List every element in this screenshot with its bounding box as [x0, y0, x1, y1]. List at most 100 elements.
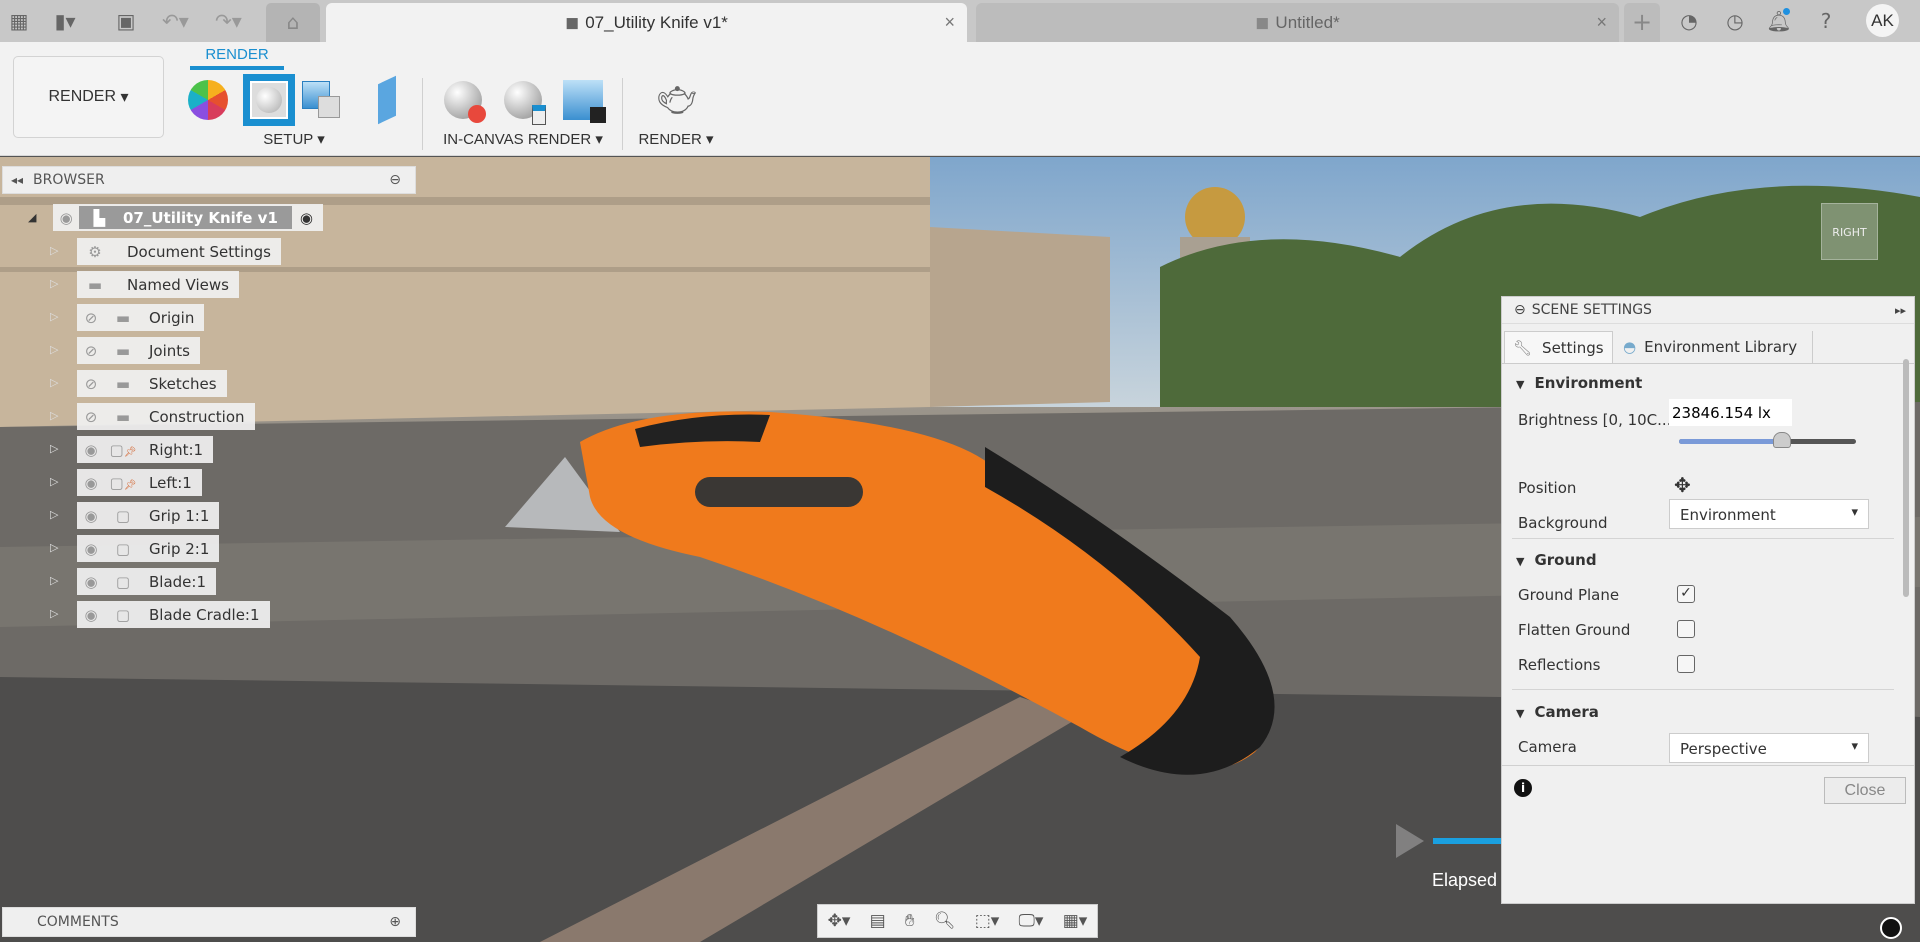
- undo-icon[interactable]: ↶▾: [162, 8, 188, 34]
- expand-node-icon[interactable]: ▷: [50, 442, 60, 455]
- tab-render[interactable]: RENDER: [190, 46, 284, 63]
- expand-node-icon[interactable]: ▷: [50, 541, 60, 554]
- ground-plane-checkbox[interactable]: ✓: [1677, 585, 1695, 603]
- close-button[interactable]: Close: [1824, 777, 1906, 804]
- extensions-icon[interactable]: ◔: [1676, 8, 1702, 34]
- browser-item[interactable]: ⊘▬Sketches: [77, 370, 227, 397]
- eye-icon[interactable]: ◉: [77, 474, 105, 492]
- browser-item[interactable]: ⊘▬Origin: [77, 304, 204, 331]
- look-at-icon[interactable]: ▤: [870, 911, 886, 931]
- brightness-slider[interactable]: [1679, 439, 1856, 444]
- reflections-checkbox[interactable]: [1677, 655, 1695, 673]
- zoom-icon[interactable]: 🔍︎: [934, 911, 956, 931]
- expand-node-icon[interactable]: ▷: [50, 574, 60, 587]
- collapse-panel-icon[interactable]: ◂◂: [11, 173, 23, 187]
- browser-item[interactable]: ◉▢Blade:1: [77, 568, 216, 595]
- expand-root-icon[interactable]: ◢: [28, 211, 36, 224]
- new-tab-button[interactable]: +: [1624, 3, 1660, 42]
- eye-icon[interactable]: ◉: [77, 540, 105, 558]
- eye-icon[interactable]: ◉: [53, 209, 79, 227]
- group-in-canvas-render[interactable]: IN-CANVAS RENDER ▾: [443, 130, 603, 148]
- eye-hidden-icon[interactable]: ⊘: [77, 342, 105, 360]
- job-status-clock-icon[interactable]: ◷: [1722, 8, 1748, 34]
- expand-node-icon[interactable]: ▷: [50, 310, 60, 323]
- expand-node-icon[interactable]: ▷: [50, 343, 60, 356]
- browser-item[interactable]: ◉▢Grip 1:1: [77, 502, 219, 529]
- in-canvas-render-button[interactable]: [441, 78, 485, 122]
- section-camera[interactable]: Camera: [1516, 703, 1599, 721]
- fusion-status-icon[interactable]: [1880, 917, 1902, 939]
- display-settings-icon[interactable]: 🖵▾: [1019, 911, 1044, 931]
- eye-hidden-icon[interactable]: ⊘: [77, 375, 105, 393]
- tab-settings[interactable]: 🔧︎Settings: [1504, 331, 1613, 364]
- expand-panel-icon[interactable]: ▸▸: [1895, 304, 1906, 317]
- info-icon[interactable]: i: [1514, 779, 1532, 797]
- expand-node-icon[interactable]: ▷: [50, 475, 60, 488]
- camera-dropdown[interactable]: Perspective: [1669, 733, 1869, 763]
- help-icon[interactable]: ?: [1813, 8, 1839, 34]
- flatten-ground-checkbox[interactable]: [1677, 620, 1695, 638]
- browser-root-item[interactable]: ◉ ▙07_Utility Knife v1 ◉: [53, 204, 323, 231]
- minimize-panel-icon[interactable]: ⊖: [389, 172, 401, 188]
- browser-item[interactable]: ◉▢📌︎Right:1: [77, 436, 213, 463]
- background-dropdown[interactable]: Environment: [1669, 499, 1869, 529]
- fit-window-icon[interactable]: ⬚▾: [975, 911, 1000, 931]
- eye-icon[interactable]: ◉: [77, 507, 105, 525]
- app-grid-icon[interactable]: ▦: [6, 8, 32, 34]
- capture-image-button[interactable]: [561, 78, 605, 122]
- eye-icon[interactable]: ◉: [77, 606, 105, 624]
- browser-item[interactable]: ⊘▬Construction: [77, 403, 255, 430]
- home-icon: ⌂: [266, 3, 320, 42]
- brightness-input[interactable]: [1669, 399, 1792, 426]
- section-ground[interactable]: Ground: [1516, 551, 1597, 569]
- browser-item[interactable]: ⊘▬Joints: [77, 337, 200, 364]
- slider-thumb[interactable]: [1773, 432, 1791, 448]
- pan-hand-icon[interactable]: ✋︎: [905, 911, 915, 931]
- activate-radio-icon[interactable]: ◉: [300, 209, 313, 227]
- render-button[interactable]: 🫖︎: [655, 78, 699, 122]
- close-tab-icon[interactable]: ×: [944, 12, 955, 33]
- notifications-bell-icon[interactable]: 🔔︎: [1766, 8, 1792, 34]
- workspace-switcher[interactable]: RENDER ▾: [13, 56, 164, 138]
- appearance-button[interactable]: [186, 78, 230, 122]
- redo-icon[interactable]: ↷▾: [215, 8, 241, 34]
- eye-hidden-icon[interactable]: ⊘: [77, 309, 105, 327]
- texture-map-controls-button[interactable]: [304, 78, 348, 122]
- scrollbar[interactable]: [1903, 359, 1909, 597]
- browser-item[interactable]: ◉▢Blade Cradle:1: [77, 601, 270, 628]
- section-environment[interactable]: Environment: [1516, 374, 1642, 392]
- home-button[interactable]: ⌂: [266, 3, 320, 42]
- orbit-icon[interactable]: ✥▾: [828, 911, 851, 931]
- group-setup[interactable]: SETUP ▾: [263, 130, 324, 148]
- browser-item[interactable]: ▬Named Views: [77, 271, 239, 298]
- add-comment-icon[interactable]: ⊕: [389, 914, 401, 930]
- play-render-icon[interactable]: [1396, 824, 1424, 858]
- tab-document-active[interactable]: ◼ 07_Utility Knife v1* ×: [326, 3, 967, 42]
- expand-node-icon[interactable]: ▷: [50, 409, 60, 422]
- in-canvas-render-settings-button[interactable]: [501, 78, 545, 122]
- eye-icon[interactable]: ◉: [77, 573, 105, 591]
- tab-document-untitled[interactable]: ◼ Untitled* ×: [976, 3, 1619, 42]
- minimize-panel-icon[interactable]: ⊖: [1514, 302, 1526, 318]
- expand-node-icon[interactable]: ▷: [50, 508, 60, 521]
- move-position-icon[interactable]: ✥: [1674, 473, 1691, 497]
- file-menu-icon[interactable]: ▮▾: [52, 8, 78, 34]
- close-tab-icon[interactable]: ×: [1596, 12, 1607, 33]
- eye-icon[interactable]: ◉: [77, 441, 105, 459]
- tab-environment-library[interactable]: ◓Environment Library: [1613, 331, 1813, 363]
- expand-node-icon[interactable]: ▷: [50, 376, 60, 389]
- expand-node-icon[interactable]: ▷: [50, 607, 60, 620]
- decal-button[interactable]: [365, 78, 409, 122]
- browser-item[interactable]: ⚙Document Settings: [77, 238, 281, 265]
- browser-item[interactable]: ◉▢Grip 2:1: [77, 535, 219, 562]
- grid-settings-icon[interactable]: ▦▾: [1063, 911, 1088, 931]
- eye-hidden-icon[interactable]: ⊘: [77, 408, 105, 426]
- save-icon[interactable]: ▣: [113, 8, 139, 34]
- group-render[interactable]: RENDER ▾: [638, 130, 713, 148]
- scene-settings-button[interactable]: [243, 74, 295, 126]
- expand-node-icon[interactable]: ▷: [50, 277, 60, 290]
- browser-item[interactable]: ◉▢📌︎Left:1: [77, 469, 202, 496]
- expand-node-icon[interactable]: ▷: [50, 244, 60, 257]
- view-cube[interactable]: RIGHT: [1821, 203, 1878, 260]
- user-avatar[interactable]: AK: [1866, 4, 1899, 37]
